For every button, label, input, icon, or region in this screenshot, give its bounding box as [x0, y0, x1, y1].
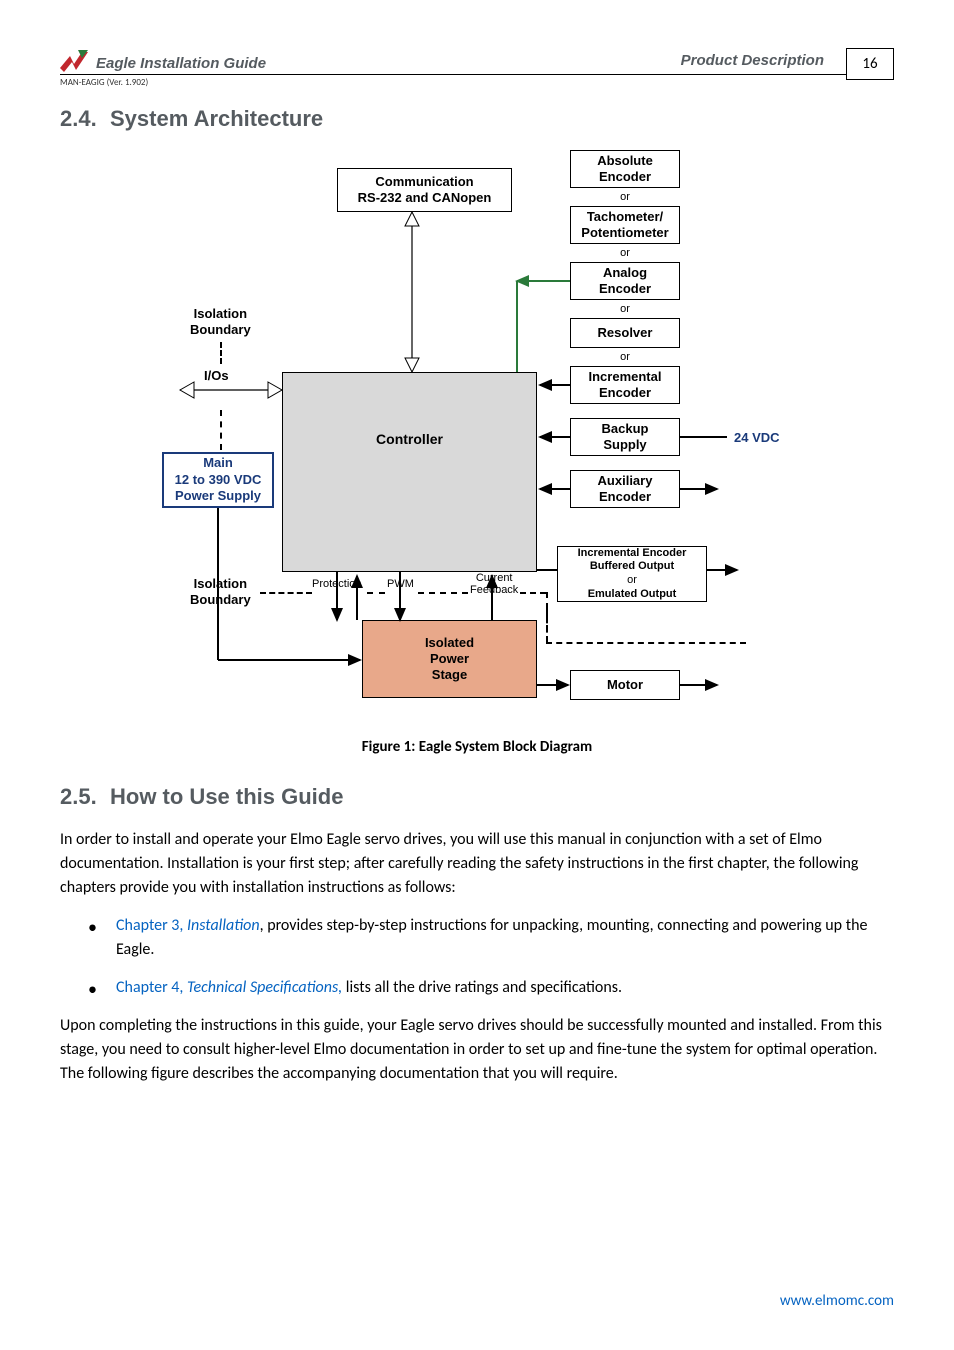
- chapter-4-title-link[interactable]: Technical Specifications,: [187, 978, 342, 997]
- heading-number: 2.5.: [60, 784, 110, 810]
- chapter-4-desc: lists all the drive ratings and specific…: [342, 978, 622, 997]
- header-left: Eagle Installation Guide: [60, 50, 266, 72]
- heading-2-5: 2.5.How to Use this Guide: [60, 784, 894, 810]
- page-number-box: 16: [846, 48, 894, 80]
- chapter-3-link[interactable]: Chapter 3,: [116, 916, 187, 935]
- closing-paragraph: Upon completing the instructions in this…: [60, 1014, 894, 1086]
- footer: www.elmomc.com: [780, 1292, 894, 1310]
- system-block-diagram: Communication RS-232 and CANopen Absolut…: [162, 150, 792, 730]
- diagram-arrows: [162, 150, 792, 730]
- manual-version: MAN-EAGIG (Ver. 1.902): [60, 77, 894, 88]
- chapter-list: Chapter 3, Installation, provides step-b…: [60, 914, 894, 1000]
- figure-caption: Figure 1: Eagle System Block Diagram: [60, 738, 894, 756]
- doc-title: Eagle Installation Guide: [96, 55, 266, 72]
- heading-number: 2.4.: [60, 106, 110, 132]
- chapter-4-link[interactable]: Chapter 4,: [116, 978, 187, 997]
- heading-text: System Architecture: [110, 106, 323, 131]
- brand-logo-icon: [60, 50, 88, 72]
- section-label: Product Description: [681, 52, 824, 69]
- diagram-container: Communication RS-232 and CANopen Absolut…: [60, 150, 894, 730]
- footer-link[interactable]: www.elmomc.com: [780, 1292, 894, 1310]
- chapter-3-title-link[interactable]: Installation: [187, 916, 260, 935]
- chapter-3-item: Chapter 3, Installation, provides step-b…: [88, 914, 894, 962]
- heading-2-4: 2.4.System Architecture: [60, 106, 894, 132]
- chapter-4-item: Chapter 4, Technical Specifications, lis…: [88, 976, 894, 1000]
- heading-text: How to Use this Guide: [110, 784, 343, 809]
- page-number: 16: [862, 55, 877, 73]
- intro-paragraph: In order to install and operate your Elm…: [60, 828, 894, 900]
